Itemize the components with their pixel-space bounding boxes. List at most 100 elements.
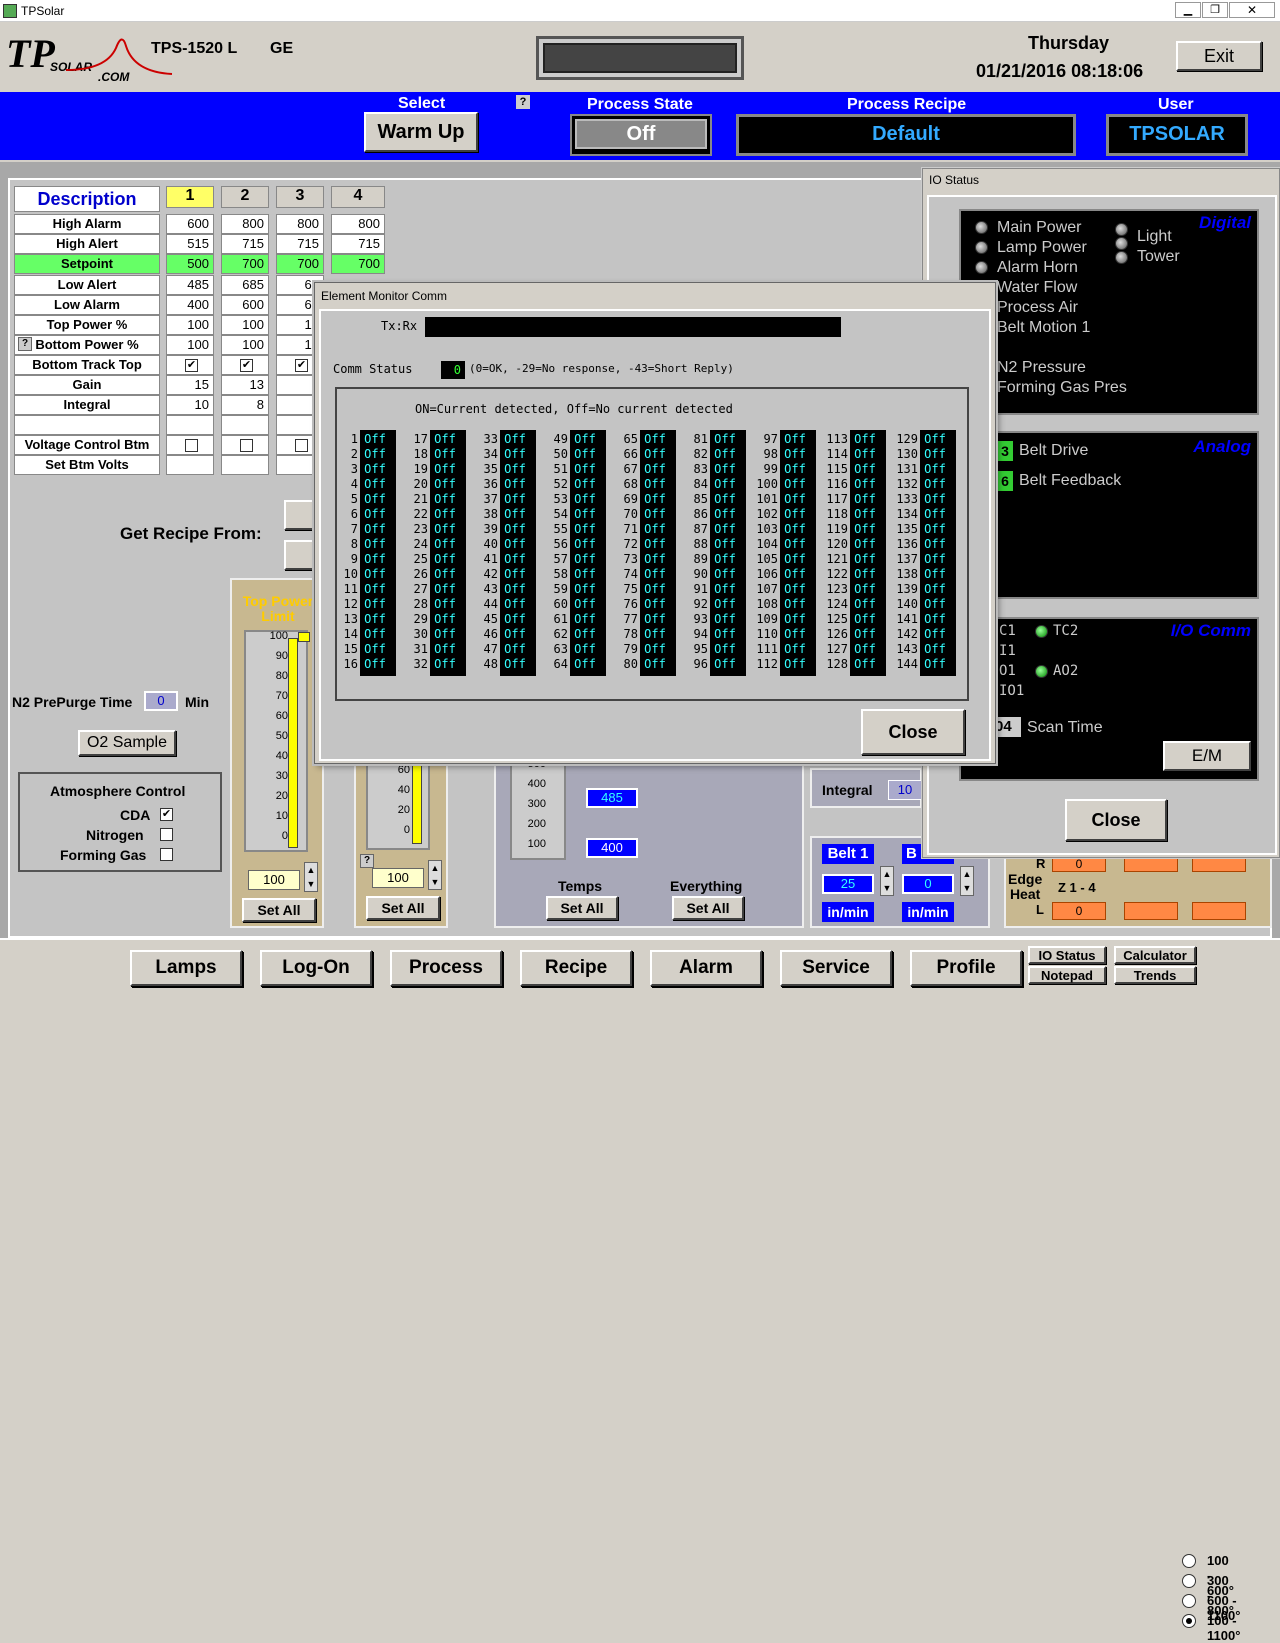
atmo-nitrogen-checkbox[interactable] xyxy=(160,828,173,841)
row-cell[interactable]: 100 xyxy=(166,335,214,355)
minimize-button[interactable]: ▁ xyxy=(1175,2,1201,18)
edge-l-input[interactable]: 0 xyxy=(1052,902,1106,920)
bottom-power-limit-set-all-button[interactable]: Set All xyxy=(366,896,440,920)
row-cell[interactable]: 700 xyxy=(221,254,269,274)
element-monitor-close-button[interactable]: Close xyxy=(861,709,965,755)
edge-r-input-3[interactable] xyxy=(1192,856,1246,872)
row-cell[interactable]: 800 xyxy=(221,214,269,234)
element-status: Off xyxy=(504,462,526,476)
maximize-button[interactable]: ❐ xyxy=(1202,2,1228,18)
row-cell[interactable]: 800 xyxy=(331,214,385,234)
row-cell[interactable]: 715 xyxy=(221,234,269,254)
zone-header-3[interactable]: 3 xyxy=(276,186,324,208)
close-window-button[interactable]: ✕ xyxy=(1229,2,1275,18)
nav-lamps-button[interactable]: Lamps xyxy=(130,950,242,986)
row-cell[interactable]: 485 xyxy=(166,275,214,295)
row-cell[interactable]: 100 xyxy=(166,315,214,335)
nav-process-button[interactable]: Process xyxy=(390,950,502,986)
edge-l-input-2[interactable] xyxy=(1124,902,1178,920)
element-status: Off xyxy=(854,447,876,461)
row-cell[interactable]: 10 xyxy=(166,395,214,415)
belt1-input[interactable]: 25 xyxy=(822,874,874,894)
temps-value-2[interactable]: 400 xyxy=(586,838,638,858)
exit-button[interactable]: Exit xyxy=(1176,41,1262,71)
edge-r-input[interactable]: 0 xyxy=(1052,856,1106,872)
range-radio[interactable] xyxy=(1182,1554,1196,1568)
atmo-cda-checkbox[interactable]: ✔ xyxy=(160,808,173,821)
bottom-power-help-icon[interactable]: ? xyxy=(18,337,32,351)
row-cell[interactable]: 15 xyxy=(166,375,214,395)
calculator-button[interactable]: Calculator xyxy=(1114,946,1196,964)
row-cell[interactable] xyxy=(221,415,269,435)
element-status: Off xyxy=(924,627,946,641)
belt2-input[interactable]: 0 xyxy=(902,874,954,894)
row-cell[interactable] xyxy=(221,455,269,475)
element-number: 56 xyxy=(553,537,568,551)
edge-r-input-2[interactable] xyxy=(1124,856,1178,872)
temps-value-1[interactable]: 485 xyxy=(586,788,638,808)
row-cell[interactable]: 685 xyxy=(221,275,269,295)
row-cell[interactable]: 600 xyxy=(166,214,214,234)
nav-recipe-button[interactable]: Recipe xyxy=(520,950,632,986)
row-cell[interactable] xyxy=(166,435,214,455)
row-cell[interactable]: 515 xyxy=(166,234,214,254)
zone-header-4[interactable]: 4 xyxy=(331,186,385,208)
belt2-stepper[interactable]: ▲ ▼ xyxy=(960,866,974,896)
help-icon[interactable]: ? xyxy=(516,95,530,109)
element-number: 63 xyxy=(553,642,568,656)
nav-log-on-button[interactable]: Log-On xyxy=(260,950,372,986)
trends-button[interactable]: Trends xyxy=(1114,966,1196,984)
select-mode-button[interactable]: Warm Up xyxy=(364,112,478,152)
integral-input[interactable]: 10 xyxy=(888,780,922,800)
zone-header-2[interactable]: 2 xyxy=(221,186,269,208)
temps-set-all-button[interactable]: Set All xyxy=(546,896,618,920)
top-power-limit-set-all-button[interactable]: Set All xyxy=(242,898,316,922)
row-cell[interactable]: 8 xyxy=(221,395,269,415)
o2-sample-button[interactable]: O2 Sample xyxy=(78,730,176,756)
top-power-limit-input[interactable]: 100 xyxy=(248,870,300,890)
row-cell[interactable]: 600 xyxy=(221,295,269,315)
row-cell[interactable]: ✔ xyxy=(166,355,214,375)
row-cell[interactable]: 715 xyxy=(331,234,385,254)
belt1-stepper[interactable]: ▲ ▼ xyxy=(880,866,894,896)
row-cell[interactable]: 500 xyxy=(166,254,214,274)
nav-alarm-button[interactable]: Alarm xyxy=(650,950,762,986)
nav-service-button[interactable]: Service xyxy=(780,950,892,986)
row-cell[interactable] xyxy=(166,415,214,435)
bottom-power-limit-input[interactable]: 100 xyxy=(372,868,424,888)
top-power-limit-slider-handle[interactable] xyxy=(298,632,310,642)
range-radio[interactable] xyxy=(1182,1574,1196,1588)
io-status-button[interactable]: IO Status xyxy=(1028,946,1106,964)
everything-set-all-button[interactable]: Set All xyxy=(672,896,744,920)
io-status-close-button[interactable]: Close xyxy=(1065,799,1167,841)
row-cell[interactable]: 700 xyxy=(276,254,324,274)
zone-header-1[interactable]: 1 xyxy=(166,186,214,208)
row-cell[interactable]: ✔ xyxy=(221,355,269,375)
edge-l-input-3[interactable] xyxy=(1192,902,1246,920)
bottom-power-limit-stepper[interactable]: ▲ ▼ xyxy=(428,860,442,890)
top-power-limit-stepper[interactable]: ▲ ▼ xyxy=(304,862,318,892)
row-checkbox[interactable] xyxy=(295,439,308,452)
row-cell[interactable]: 100 xyxy=(221,335,269,355)
range-radio[interactable] xyxy=(1182,1594,1196,1608)
row-cell[interactable]: 13 xyxy=(221,375,269,395)
notepad-button[interactable]: Notepad xyxy=(1028,966,1106,984)
row-cell[interactable]: 100 xyxy=(221,315,269,335)
nav-profile-button[interactable]: Profile xyxy=(910,950,1022,986)
row-checkbox[interactable]: ✔ xyxy=(185,359,198,372)
row-cell[interactable] xyxy=(166,455,214,475)
row-cell[interactable]: 700 xyxy=(331,254,385,274)
n2-prepurge-input[interactable]: 0 xyxy=(144,691,178,711)
em-button[interactable]: E/M xyxy=(1163,741,1251,771)
range-radio[interactable] xyxy=(1182,1614,1196,1628)
row-checkbox[interactable]: ✔ xyxy=(240,359,253,372)
row-checkbox[interactable] xyxy=(185,439,198,452)
row-cell[interactable]: 800 xyxy=(276,214,324,234)
bottom-power-help-icon-2[interactable]: ? xyxy=(360,854,374,868)
row-cell[interactable] xyxy=(221,435,269,455)
row-cell[interactable]: 715 xyxy=(276,234,324,254)
atmo-forming-gas-checkbox[interactable] xyxy=(160,848,173,861)
row-checkbox[interactable]: ✔ xyxy=(295,359,308,372)
row-checkbox[interactable] xyxy=(240,439,253,452)
row-cell[interactable]: 400 xyxy=(166,295,214,315)
